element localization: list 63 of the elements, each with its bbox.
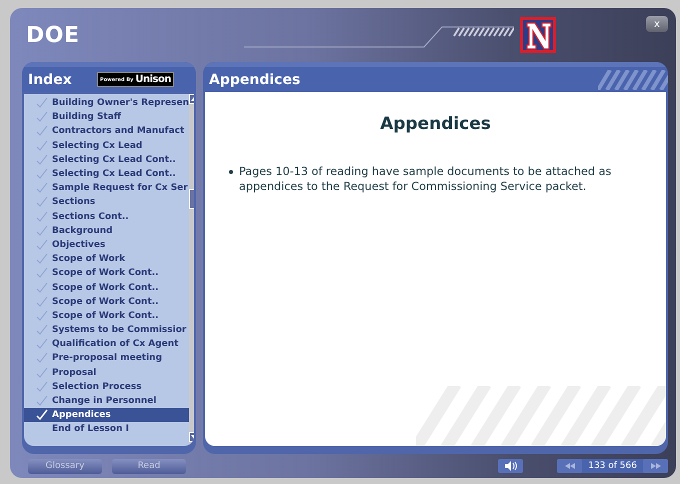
check-icon — [36, 395, 48, 408]
check-icon — [36, 224, 48, 237]
check-icon — [36, 238, 48, 251]
index-item[interactable]: Selection Process — [24, 380, 189, 394]
page-counter: 133 of 566 — [587, 461, 638, 471]
index-item[interactable]: Appendices — [24, 408, 189, 422]
logo-icon — [520, 17, 556, 53]
index-item[interactable]: Sections — [24, 195, 189, 210]
forward-icon — [650, 463, 660, 469]
index-item[interactable]: Objectives — [24, 238, 189, 252]
speaker-icon — [504, 461, 518, 471]
bullet-text: Pages 10-13 of reading have sample documents to be attached as appendices to the Request for Commissioning Service packet. — [239, 164, 612, 194]
index-item[interactable]: Contractors and Manufact — [24, 124, 189, 139]
index-item[interactable]: Pre-proposal meeting — [24, 351, 189, 366]
index-item[interactable]: Scope of Work Cont.. — [24, 280, 189, 295]
index-item[interactable]: Change in Personnel — [24, 394, 189, 408]
close-button[interactable]: x — [646, 16, 668, 32]
stripes-drawing — [598, 70, 668, 90]
index-item[interactable]: Selecting Cx Lead — [24, 138, 189, 153]
check-icon — [36, 97, 48, 110]
sound-button[interactable] — [498, 459, 524, 473]
check-icon — [36, 196, 48, 208]
index-item[interactable]: Building Owner's Represen — [24, 96, 189, 110]
check-icon — [36, 267, 48, 280]
check-icon — [36, 296, 48, 308]
index-item[interactable]: Selecting Cx Lead Cont.. — [24, 152, 189, 167]
index-item[interactable]: Sample Request for Cx Ser — [24, 181, 189, 196]
index-item[interactable]: Scope of Work Cont.. — [24, 266, 189, 280]
index-item[interactable]: Background — [24, 224, 189, 238]
badge-brand: Unison — [135, 74, 171, 85]
check-icon — [36, 182, 48, 194]
panel-title: Appendices — [209, 72, 300, 88]
check-icon — [36, 324, 48, 336]
bullet-icon — [229, 170, 233, 174]
panel-title: Index — [28, 72, 72, 88]
index-item[interactable]: Scope of Work Cont.. — [24, 308, 189, 323]
check-icon — [36, 210, 48, 223]
index-item[interactable]: Scope of Work Cont.. — [24, 294, 189, 309]
check-icon — [36, 310, 48, 322]
check-icon — [36, 154, 48, 166]
check-icon — [36, 409, 48, 422]
check-icon — [36, 125, 48, 138]
check-icon — [36, 352, 48, 364]
check-icon — [36, 111, 48, 124]
check-icon — [36, 253, 48, 266]
index-item[interactable]: Qualification of Cx Agent — [24, 337, 189, 352]
previous-button[interactable] — [557, 459, 582, 473]
check-icon — [36, 380, 48, 393]
check-icon — [36, 168, 48, 180]
index-item[interactable]: Sections Cont.. — [24, 210, 189, 224]
index-item[interactable]: Scope of Work — [24, 252, 189, 266]
page-heading: Appendices — [379, 114, 492, 134]
check-icon — [36, 282, 48, 294]
index-item[interactable]: Building Staff — [24, 110, 189, 124]
index-item[interactable]: Selecting Cx Lead Cont.. — [24, 166, 189, 182]
index-item[interactable]: End of Lesson I — [24, 422, 189, 436]
check-icon — [36, 140, 48, 152]
rewind-icon — [564, 463, 575, 469]
index-item[interactable]: Proposal — [24, 366, 189, 380]
check-icon — [36, 366, 48, 379]
window-title: DOE — [25, 22, 80, 48]
check-icon — [36, 338, 48, 350]
index-item[interactable]: Systems to be Commissior — [24, 323, 189, 338]
